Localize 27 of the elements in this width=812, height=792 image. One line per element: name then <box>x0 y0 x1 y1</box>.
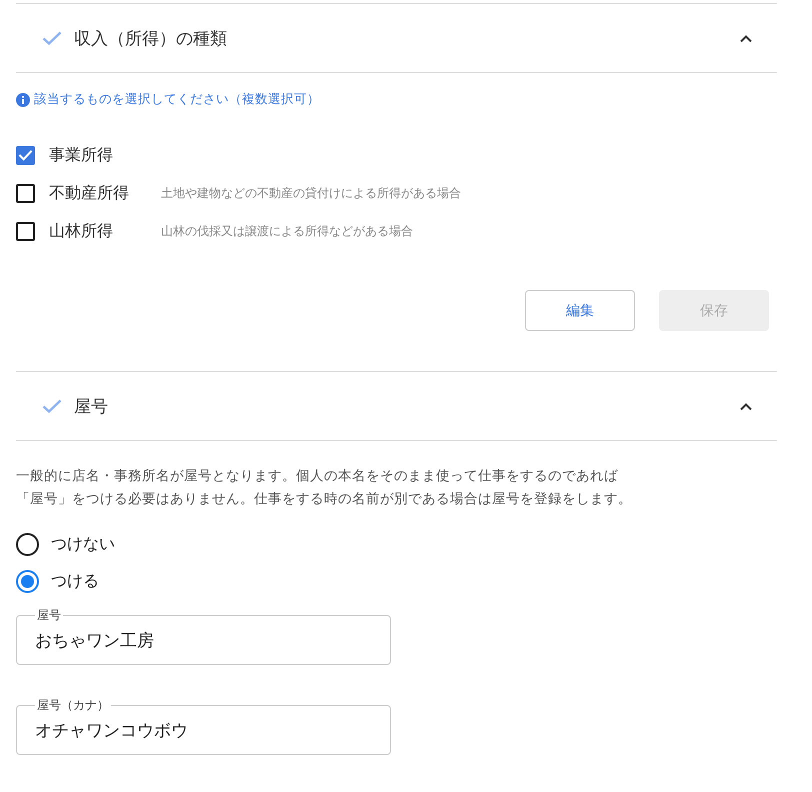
checkbox[interactable] <box>16 146 35 164</box>
text-field[interactable]: 屋号 おちゃワン工房 <box>16 607 391 665</box>
text-input[interactable]: オチャワンコウボウ <box>35 714 372 740</box>
radio-button[interactable] <box>16 570 39 593</box>
checkbox-label[interactable]: 不動産所得 <box>49 182 161 204</box>
section-title: 収入（所得）の種類 <box>74 28 228 50</box>
text-field[interactable]: 屋号（カナ） オチャワンコウボウ <box>16 697 391 755</box>
description-text: 一般的に店名・事務所名が屋号となります。個人の本名をそのまま使って仕事をするのであれば <box>16 467 618 486</box>
text-input[interactable]: おちゃワン工房 <box>35 624 372 650</box>
radio-button[interactable] <box>16 533 39 556</box>
description-text: 「屋号」をつける必要はありません。仕事をする時の名前が別である場合は屋号を登録をします。 <box>16 490 632 509</box>
info-icon <box>16 92 30 106</box>
section-title: 屋号 <box>74 396 109 418</box>
checkbox-label[interactable]: 事業所得 <box>49 144 161 166</box>
checkbox-label[interactable]: 山林所得 <box>49 220 161 242</box>
info-text: 該当するものを選択してください（複数選択可） <box>34 91 320 108</box>
radio-label[interactable]: つけない <box>51 534 115 555</box>
edit-button[interactable]: 編集 <box>525 290 635 331</box>
checkbox[interactable] <box>16 222 35 240</box>
radio-label[interactable]: つける <box>51 571 99 592</box>
checkbox[interactable] <box>16 184 35 202</box>
field-label: 屋号 <box>36 607 62 624</box>
chevron-up-icon <box>739 34 753 42</box>
chevron-up-icon <box>739 402 753 410</box>
option-hint: 山林の伐採又は譲渡による所得などがある場合 <box>161 222 413 240</box>
field-label: 屋号（カナ） <box>36 697 110 714</box>
option-hint: 土地や建物などの不動産の貸付けによる所得がある場合 <box>161 184 461 202</box>
